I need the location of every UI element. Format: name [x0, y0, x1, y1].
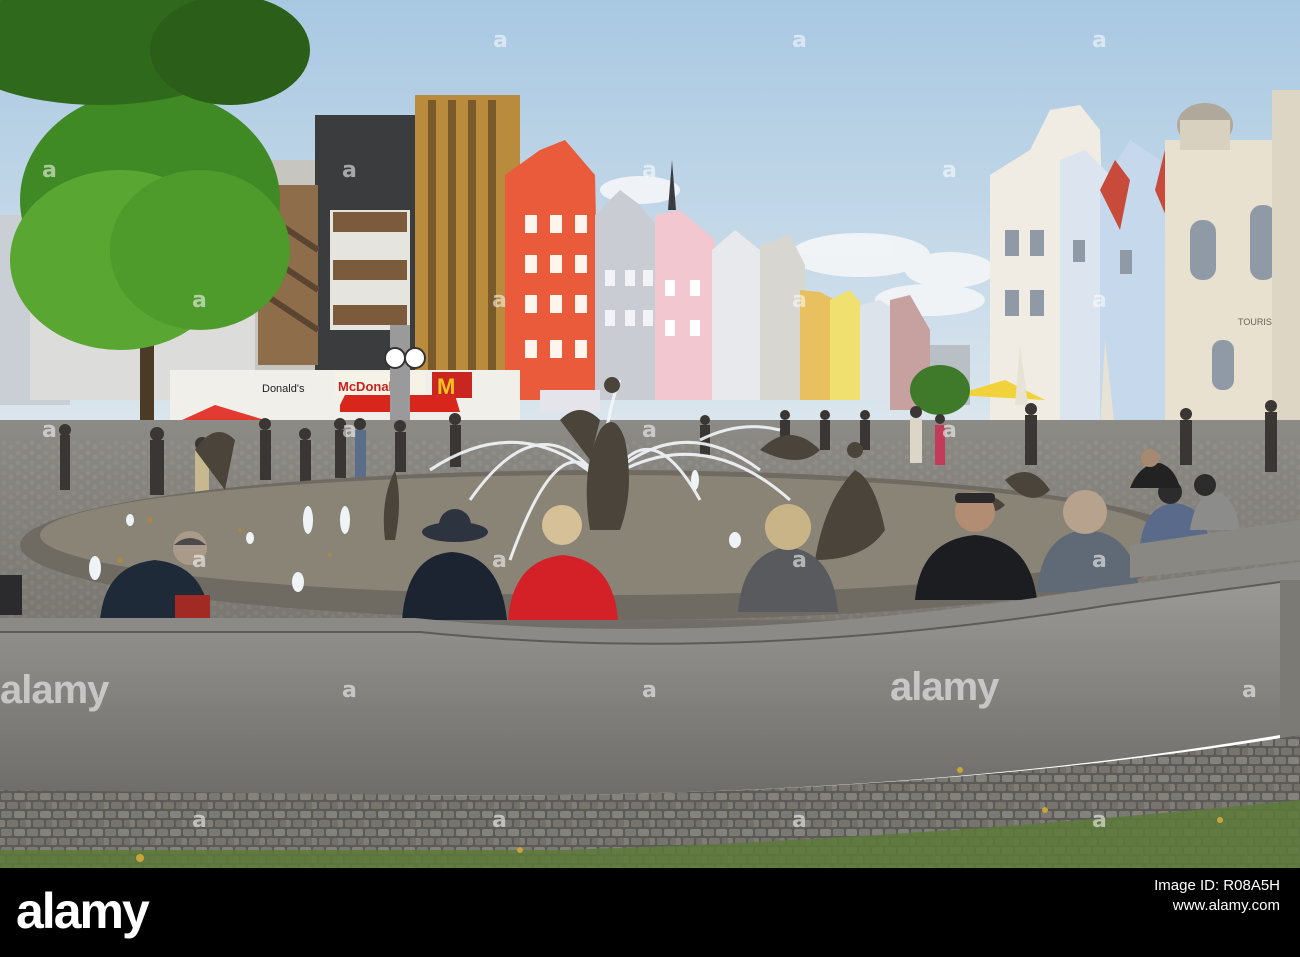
watermark-mark: a	[342, 678, 357, 703]
watermark-mark: a	[942, 158, 957, 183]
watermark-left: alamy	[0, 668, 109, 712]
watermark-mark: a	[342, 418, 357, 443]
watermark-mark: a	[1092, 28, 1107, 53]
watermark-center: alamy	[890, 665, 999, 709]
watermark-mark: a	[642, 158, 657, 183]
site-url[interactable]: www.alamy.com	[1154, 896, 1280, 916]
watermark-mark: a	[942, 418, 957, 443]
footer-image-info: Image ID: R08A5H www.alamy.com	[1154, 876, 1280, 916]
watermark-mark: a	[42, 158, 57, 183]
photo: TOURISTINFORMATION Donald's McDonald's M	[0, 0, 1300, 868]
footer-bar: alamy Image ID: R08A5H www.alamy.com	[0, 868, 1300, 957]
watermark-mark: a	[1092, 288, 1107, 313]
watermark-mark: a	[42, 418, 57, 443]
image-id: Image ID: R08A5H	[1154, 877, 1280, 894]
watermark-mark: a	[192, 288, 207, 313]
watermark-mark: a	[192, 548, 207, 573]
watermark-mark: a	[792, 808, 807, 833]
watermark-mark: a	[192, 808, 207, 833]
watermark-mark: a	[642, 678, 657, 703]
watermark-mark: a	[493, 28, 508, 53]
person-edge-left	[0, 575, 22, 615]
watermark-mark: a	[492, 288, 507, 313]
watermark-mark: a	[792, 288, 807, 313]
watermark-mark: a	[492, 808, 507, 833]
footer-logo: alamy	[16, 883, 150, 939]
watermark-mark: a	[642, 418, 657, 443]
watermark-mark: a	[1242, 678, 1257, 703]
watermark-mark: a	[792, 548, 807, 573]
watermark-mark: a	[1092, 548, 1107, 573]
watermark-mark: a	[342, 158, 357, 183]
watermark-mark: a	[792, 28, 807, 53]
mcdonalds-sign-left: Donald's	[262, 383, 305, 395]
watermark-mark: a	[492, 548, 507, 573]
watermark-mark: a	[1092, 808, 1107, 833]
